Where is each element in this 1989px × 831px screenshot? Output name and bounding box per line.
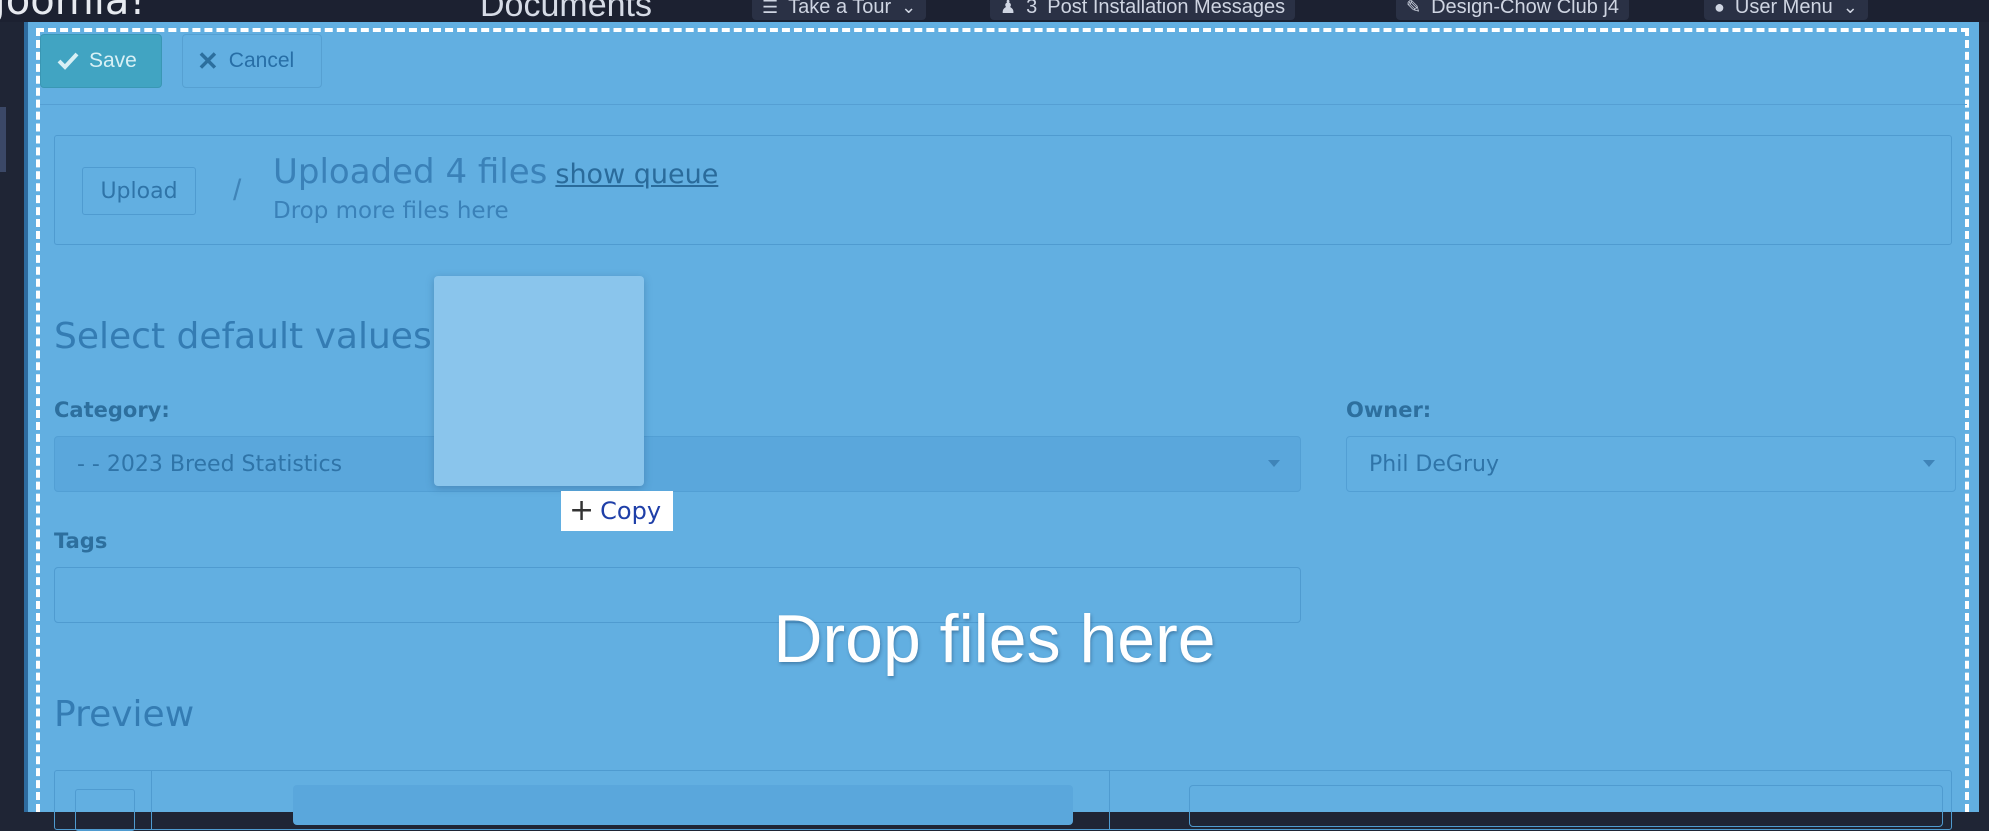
save-label: Save: [89, 49, 137, 72]
category-value: - - 2023 Breed Statistics: [77, 451, 343, 477]
chevron-down-icon: [1268, 460, 1280, 467]
cancel-label: Cancel: [228, 49, 295, 72]
site-link-button[interactable]: ✎ Design-Chow Club j4: [1396, 0, 1629, 20]
user-menu-label: User Menu: [1734, 0, 1833, 18]
tags-label: Tags: [54, 529, 108, 553]
post-installation-button[interactable]: ♟ 3 Post Installation Messages: [990, 0, 1296, 20]
owner-value: Phil DeGruy: [1369, 451, 1499, 477]
take-tour-button[interactable]: ☰ Take a Tour ⌄: [752, 0, 927, 20]
preview-title-field[interactable]: [293, 785, 1073, 825]
notification-count: 3: [1026, 0, 1038, 18]
take-tour-label: Take a Tour: [788, 0, 892, 18]
preview-column-divider: [1109, 771, 1110, 829]
drop-files-message: Drop files here: [773, 601, 1216, 677]
sidebar-active-marker: [0, 107, 6, 172]
check-icon: [57, 52, 79, 70]
upload-button[interactable]: Upload: [82, 167, 196, 215]
page-title: Documents: [480, 0, 652, 22]
admin-header: Joomla! Documents ☰ Take a Tour ⌄ ♟ 3 Po…: [0, 0, 1989, 22]
category-select[interactable]: - - 2023 Breed Statistics: [54, 436, 1301, 492]
category-label: Category:: [54, 398, 170, 422]
drag-file-ghost: [434, 276, 644, 486]
upload-status: Uploaded 4 files show queue: [273, 152, 718, 192]
user-menu-button[interactable]: ● User Menu ⌄: [1704, 0, 1868, 20]
joomla-logo: Joomla!: [0, 0, 145, 22]
close-icon: ✕: [197, 45, 219, 76]
edit-icon: ✎: [1406, 0, 1422, 17]
upload-status-text: Uploaded 4 files: [273, 152, 548, 192]
owner-label: Owner:: [1346, 398, 1432, 422]
owner-select[interactable]: Phil DeGruy: [1346, 436, 1956, 492]
copy-cursor-badge: + Copy: [561, 491, 673, 531]
preview-table: [54, 770, 1952, 831]
save-button[interactable]: Save: [40, 34, 162, 88]
site-label: Design-Chow Club j4: [1431, 0, 1619, 18]
upload-panel: Upload / Uploaded 4 files show queue Drop…: [54, 135, 1952, 245]
preview-row-checkbox[interactable]: [75, 789, 135, 831]
chevron-down-icon: ⌄: [1842, 0, 1858, 17]
toolbar-divider: [40, 104, 1967, 105]
preview-extra-field[interactable]: [1189, 785, 1943, 827]
upload-separator: /: [233, 174, 242, 207]
sidebar-edge: [0, 22, 24, 800]
bell-icon: ♟: [1000, 0, 1017, 17]
preview-heading: Preview: [54, 694, 195, 735]
plus-icon: +: [569, 493, 595, 528]
drop-zone-overlay[interactable]: Save ✕ Cancel Upload / Uploaded 4 files s…: [24, 22, 1979, 831]
chevron-down-icon: ⌄: [901, 0, 917, 17]
cancel-button[interactable]: ✕ Cancel: [182, 34, 322, 88]
show-queue-link[interactable]: show queue: [555, 159, 718, 190]
defaults-heading: Select default values: [54, 316, 432, 357]
upload-hint: Drop more files here: [273, 198, 509, 224]
post-installation-label: Post Installation Messages: [1047, 0, 1286, 18]
chevron-down-icon: [1923, 460, 1935, 467]
copy-label: Copy: [600, 497, 662, 525]
user-icon: ●: [1714, 0, 1725, 17]
sliders-icon: ☰: [762, 0, 779, 17]
preview-column-divider: [151, 771, 152, 829]
